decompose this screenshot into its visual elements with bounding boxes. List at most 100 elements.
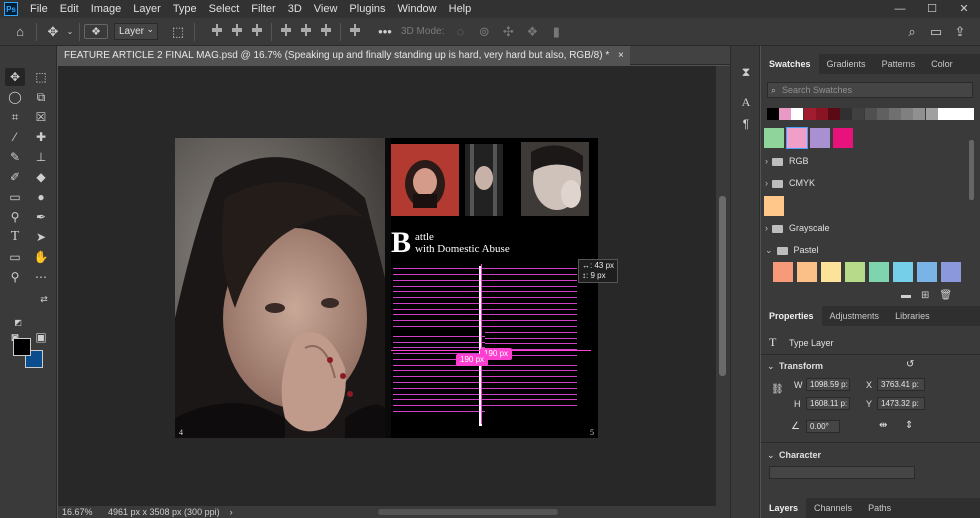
link-icon[interactable]: ⛓ — [771, 384, 784, 395]
scrollbar-thumb[interactable] — [969, 140, 974, 200]
healing-brush-tool-icon[interactable]: ✚ — [31, 128, 51, 146]
article-headline[interactable]: B attle with Domestic Abuse — [391, 226, 591, 260]
screen-mode-icon[interactable]: ▣ — [31, 328, 51, 346]
zoom-tool-icon[interactable]: ⚲ — [5, 268, 25, 286]
horizontal-scrollbar[interactable] — [378, 509, 558, 515]
foreground-color-swatch[interactable] — [13, 338, 31, 356]
zoom-level[interactable]: 16.67% — [58, 507, 98, 517]
menu-file[interactable]: File — [24, 0, 54, 18]
3d-slide-icon[interactable]: ❖ — [520, 24, 544, 40]
flip-horizontal-icon[interactable]: ⇹ — [879, 420, 887, 431]
pastel-swatch[interactable] — [941, 262, 961, 282]
object-select-tool-icon[interactable]: ⧉ — [31, 88, 51, 106]
body-column-2[interactable] — [485, 264, 577, 407]
more-options-icon[interactable]: ••• — [373, 24, 397, 39]
swatch-group-pastel[interactable]: ⌄ Pastel — [765, 243, 965, 257]
menu-edit[interactable]: Edit — [54, 0, 85, 18]
body-column-1[interactable] — [393, 264, 485, 413]
swatch-group-cmyk[interactable]: › CMYK — [765, 176, 965, 190]
gradient-tool-icon[interactable]: ▭ — [5, 188, 25, 206]
tab-properties[interactable]: Properties — [761, 306, 822, 326]
path-select-tool-icon[interactable]: ➤ — [31, 228, 51, 246]
pastel-swatch[interactable] — [773, 262, 793, 282]
menu-window[interactable]: Window — [392, 0, 443, 18]
swatch[interactable] — [764, 128, 784, 148]
swap-colors-icon[interactable]: ⇄ — [34, 290, 54, 308]
minimize-button[interactable]: — — [884, 0, 916, 18]
artboard-tool-icon[interactable]: ⬚ — [31, 68, 51, 86]
menu-help[interactable]: Help — [443, 0, 478, 18]
recent-swatch[interactable] — [925, 108, 938, 120]
eyedropper-tool-icon[interactable]: ⁄ — [5, 128, 25, 146]
hand-tool-icon[interactable]: ✋ — [31, 248, 51, 266]
tab-libraries[interactable]: Libraries — [887, 306, 938, 326]
pastel-swatch[interactable] — [869, 262, 889, 282]
character-panel-icon[interactable]: A — [738, 94, 754, 110]
recent-swatch[interactable] — [913, 108, 926, 120]
pen-tool-icon[interactable]: ✒ — [31, 208, 51, 226]
recent-swatch[interactable] — [828, 108, 840, 120]
swatch[interactable] — [810, 128, 830, 148]
tab-adjustments[interactable]: Adjustments — [822, 306, 888, 326]
tab-gradients[interactable]: Gradients — [819, 54, 874, 74]
distribute-icon[interactable] — [347, 23, 363, 37]
chevron-down-icon[interactable]: ⌄ — [767, 450, 775, 461]
chevron-down-icon[interactable]: ⌄ — [767, 361, 775, 372]
width-field[interactable]: 1098.59 p: — [806, 378, 850, 391]
document-dimensions[interactable]: 4961 px x 3508 px (300 ppi) — [98, 507, 220, 517]
menu-view[interactable]: View — [308, 0, 344, 18]
recent-swatch[interactable] — [791, 108, 804, 120]
reset-transform-icon[interactable]: ↺ — [906, 359, 914, 370]
swatch-orange[interactable] — [764, 196, 784, 216]
recent-swatch[interactable] — [767, 108, 779, 120]
3d-pan-icon[interactable]: ✣ — [496, 24, 520, 40]
crop-tool-icon[interactable]: ⌗ — [5, 108, 25, 126]
align-center-icon[interactable] — [229, 23, 245, 37]
height-field[interactable]: 1608.11 p: — [806, 397, 850, 410]
menu-filter[interactable]: Filter — [245, 0, 281, 18]
recent-swatch[interactable] — [937, 108, 950, 120]
angle-field[interactable]: 0.00° — [806, 420, 840, 433]
3d-roll-icon[interactable]: ⊚ — [472, 24, 496, 40]
show-transform-controls-icon[interactable]: ⬚ — [166, 24, 190, 40]
scrollbar-thumb[interactable] — [719, 196, 726, 376]
blur-tool-icon[interactable]: ● — [31, 188, 51, 206]
font-family-dropdown[interactable] — [769, 466, 915, 479]
brush-tool-icon[interactable]: ✎ — [5, 148, 25, 166]
auto-select-icon[interactable]: ❖ — [84, 24, 108, 39]
chevron-down-icon[interactable]: ⌄ — [65, 27, 75, 36]
move-tool-icon[interactable]: ✥ — [5, 68, 25, 86]
swatch[interactable] — [786, 127, 808, 149]
rectangle-tool-icon[interactable]: ▭ — [5, 248, 25, 266]
pastel-swatch[interactable] — [797, 262, 817, 282]
new-group-icon[interactable]: ▬ — [901, 290, 911, 301]
magazine-spread[interactable]: 4 5 B attle with Domestic Abuse 190 px 1… — [175, 138, 598, 438]
canvas-vertical-scrollbar[interactable] — [716, 66, 730, 506]
recent-swatch[interactable] — [852, 108, 865, 120]
recent-swatch[interactable] — [803, 108, 816, 120]
pastel-swatch[interactable] — [917, 262, 937, 282]
align-bottom-icon[interactable] — [318, 23, 334, 37]
dodge-tool-icon[interactable]: ⚲ — [5, 208, 25, 226]
tab-patterns[interactable]: Patterns — [874, 54, 924, 74]
maximize-button[interactable]: ☐ — [916, 0, 948, 18]
swatch-group-grayscale[interactable]: › Grayscale — [765, 221, 965, 235]
swatch-group-rgb[interactable]: › RGB — [765, 154, 965, 168]
search-icon[interactable]: ⌕ — [900, 24, 924, 40]
y-position-field[interactable]: 1473.32 p: — [877, 397, 925, 410]
swatch-search-input[interactable]: ⌕ Search Swatches — [767, 82, 973, 98]
align-top-icon[interactable] — [278, 23, 294, 37]
paragraph-panel-icon[interactable]: ¶ — [738, 116, 754, 132]
move-tool-icon[interactable]: ✥ — [41, 24, 65, 40]
pastel-swatch[interactable] — [845, 262, 865, 282]
lasso-tool-icon[interactable]: ◯ — [5, 88, 25, 106]
recent-swatch[interactable] — [889, 108, 901, 120]
recent-swatch[interactable] — [901, 108, 914, 120]
menu-image[interactable]: Image — [85, 0, 128, 18]
eraser-tool-icon[interactable]: ◆ — [31, 168, 51, 186]
share-icon[interactable]: ⇪ — [948, 24, 972, 40]
document-tab[interactable]: FEATURE ARTICLE 2 FINAL MAG.psd @ 16.7% … — [58, 46, 630, 65]
auto-select-target-dropdown[interactable]: Layer — [114, 22, 158, 40]
pastel-swatch[interactable] — [821, 262, 841, 282]
new-swatch-icon[interactable]: ⊞ — [921, 290, 929, 301]
